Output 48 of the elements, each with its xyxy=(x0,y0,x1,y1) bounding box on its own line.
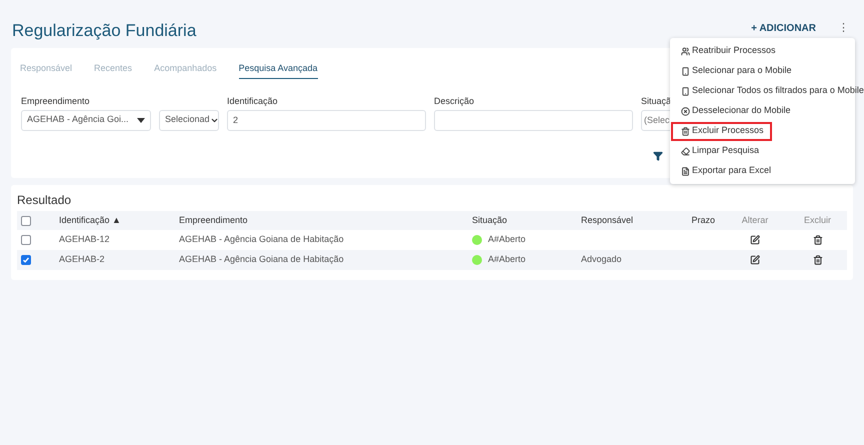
section-title: Resultado xyxy=(17,192,72,209)
page-title: Regularização Fundiária xyxy=(12,20,196,42)
column-header[interactable]: Identificação ▲ xyxy=(59,214,121,225)
phone-icon xyxy=(681,66,690,76)
more-button[interactable]: ⋮ xyxy=(838,20,849,36)
column-header[interactable]: Situação xyxy=(472,214,508,225)
phone-icon xyxy=(681,86,690,96)
field-label: Situaçã xyxy=(641,94,672,106)
menu-item[interactable]: Excluir Processos xyxy=(671,122,772,140)
menu-item[interactable]: Reatribuir Processos xyxy=(671,42,784,60)
menu-item[interactable]: Limpar Pesquisa xyxy=(671,142,768,160)
caret-icon xyxy=(137,118,145,122)
menu-item[interactable]: Selecionar Todos os filtrados para o Mobile xyxy=(671,82,864,100)
add-button[interactable]: + ADICIONAR xyxy=(751,20,816,36)
filter-icon[interactable] xyxy=(653,150,663,160)
table-cell: AGEHAB-2 xyxy=(59,254,105,264)
input-field[interactable] xyxy=(434,110,633,130)
edit-icon[interactable] xyxy=(750,255,760,265)
document-icon xyxy=(681,166,690,176)
table-cell: Advogado xyxy=(581,254,622,264)
eraser-icon xyxy=(681,146,690,156)
select-field[interactable]: Selecionad xyxy=(159,110,219,130)
trash-icon[interactable] xyxy=(812,255,822,265)
field-label: Identificação xyxy=(227,94,279,106)
close-icon xyxy=(681,106,690,116)
checkbox[interactable] xyxy=(21,255,31,265)
field-label: Descrição xyxy=(434,94,476,106)
select-field[interactable]: AGEHAB - Agência Goi... xyxy=(21,110,151,130)
table-cell-text: A#Aberto xyxy=(488,253,526,266)
table-cell: AGEHAB - Agência Goiana de Habitação xyxy=(179,254,344,264)
field-label: Empreendimento xyxy=(21,94,91,106)
column-header[interactable]: Empreendimento xyxy=(179,214,248,225)
trash-icon[interactable] xyxy=(812,235,822,245)
menu-item[interactable]: Exportar para Excel xyxy=(671,162,780,180)
column-header[interactable]: Prazo xyxy=(691,214,715,225)
checkbox[interactable] xyxy=(21,216,31,226)
tab[interactable]: Pesquisa Avançada xyxy=(238,62,318,78)
checkbox[interactable] xyxy=(21,235,31,245)
column-header[interactable]: Responsável xyxy=(581,214,634,225)
menu-item[interactable]: Selecionar para o Mobile xyxy=(671,62,800,80)
table-cell: AGEHAB - Agência Goiana de Habitação xyxy=(179,234,344,244)
table-cell-text: A#Aberto xyxy=(488,233,526,246)
edit-icon[interactable] xyxy=(750,235,760,245)
menu-item[interactable]: Desselecionar do Mobile xyxy=(671,102,799,120)
people-icon xyxy=(681,46,690,56)
trash-icon xyxy=(681,126,690,136)
input-field[interactable]: 2 xyxy=(227,110,426,130)
table-cell: AGEHAB-12 xyxy=(59,234,110,244)
